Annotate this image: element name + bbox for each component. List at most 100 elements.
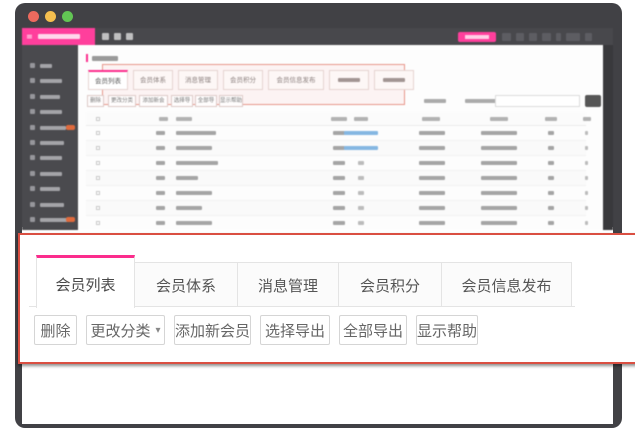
mini-table-row[interactable] — [86, 126, 586, 141]
mini-sidebar-item-label-blur — [40, 172, 62, 176]
row-checkbox[interactable] — [96, 176, 100, 180]
screenshot-stage: ≡ 会员列表会员体系消息管理会员积分会员信息发布 删除更改分类添加新会员选择导出… — [0, 0, 635, 430]
cell-wechat-link-blur[interactable] — [344, 131, 378, 135]
mini-nav-menu-item[interactable] — [516, 33, 524, 41]
cell-name-blur — [176, 161, 218, 165]
cell-name-blur — [176, 176, 198, 180]
mini-search-label-blur — [424, 99, 446, 103]
mini-page-title-blur — [92, 56, 118, 61]
mini-column-header-blur — [422, 117, 440, 121]
mini-toolbar-button[interactable]: 添加新会员 — [139, 95, 168, 107]
mini-tab-label-blur — [383, 78, 405, 82]
mini-toolbar-button[interactable]: 显示帮助 — [219, 95, 243, 107]
callout-tab-active[interactable]: 会员列表 — [36, 255, 135, 308]
mini-nav-menu-item[interactable] — [502, 33, 511, 41]
callout-button-label: 添加新会员 — [175, 320, 250, 341]
callout-button[interactable]: 显示帮助 — [416, 315, 478, 345]
mini-nav-menu-item[interactable] — [529, 33, 537, 41]
mini-table-row[interactable] — [86, 216, 586, 230]
mini-tab[interactable]: 消息管理 — [178, 70, 218, 90]
row-checkbox[interactable] — [96, 191, 100, 195]
mini-toolbar-button[interactable]: 更改分类 — [108, 95, 136, 107]
mini-nav-menu-item[interactable] — [556, 33, 561, 41]
mini-nav-menu-item[interactable] — [585, 33, 592, 41]
window-titlebar — [15, 3, 622, 28]
row-checkbox[interactable] — [96, 221, 100, 225]
callout-button[interactable]: 更改分类▾ — [86, 315, 165, 345]
mini-tab[interactable]: 会员列表 — [88, 70, 128, 90]
mini-nav-menu-item[interactable] — [542, 33, 551, 41]
cell-status-blur — [585, 146, 588, 150]
mini-toolbar-button[interactable]: 选择导出 — [171, 95, 193, 107]
mini-toolbar-button[interactable]: 删除 — [87, 95, 104, 107]
mini-sidebar-item-icon — [30, 63, 35, 68]
cell-wechat-link-blur[interactable] — [344, 146, 378, 150]
row-checkbox[interactable] — [96, 206, 100, 210]
chevron-down-icon: ▾ — [155, 325, 160, 336]
cell-group-blur — [333, 176, 345, 180]
callout-tab[interactable]: 会员积分 — [339, 262, 442, 306]
mini-column-header-blur — [354, 117, 368, 121]
mini-table-row[interactable] — [86, 156, 586, 171]
mini-scrollbar-strip[interactable] — [603, 45, 613, 230]
mini-nav-icon-1[interactable] — [102, 33, 109, 40]
callout-tab[interactable]: 会员信息发布 — [442, 262, 572, 306]
cell-status-blur — [585, 206, 588, 210]
callout-button[interactable]: 添加新会员 — [174, 315, 251, 345]
callout-toolbar: 删除更改分类▾ 添加新会员选择导出全部导出显示帮助 — [34, 315, 478, 345]
mini-search-button[interactable] — [585, 95, 601, 107]
mini-table-row[interactable] — [86, 171, 586, 186]
close-window-icon[interactable] — [28, 11, 39, 22]
mini-account-button[interactable] — [458, 32, 496, 42]
mini-toolbar-button[interactable]: 全部导出 — [195, 95, 217, 107]
mini-tab[interactable] — [329, 70, 369, 90]
mini-table-row[interactable] — [86, 201, 586, 216]
mini-nav-menu-item[interactable] — [566, 33, 580, 41]
cell-name-blur — [176, 146, 212, 150]
mini-tab[interactable]: 会员积分 — [223, 70, 263, 90]
callout-button[interactable]: 全部导出 — [339, 315, 407, 345]
cell-group-blur — [333, 221, 345, 225]
cell-id-blur — [156, 176, 165, 180]
mini-sidebar-item-icon — [30, 109, 35, 114]
mini-sidebar-item-label-blur — [40, 156, 62, 160]
mini-table-header — [86, 112, 586, 126]
mini-nav-icon-3[interactable] — [126, 33, 133, 40]
cell-date-blur — [419, 161, 445, 165]
callout-button[interactable]: 选择导出 — [260, 315, 330, 345]
mini-table-row[interactable] — [86, 186, 586, 201]
cell-status-blur — [585, 191, 588, 195]
mini-search-input[interactable] — [495, 95, 580, 107]
cell-points-blur — [548, 176, 554, 180]
mini-sidebar-nav — [22, 45, 78, 230]
mini-tab[interactable]: 会员信息发布 — [268, 70, 324, 90]
mini-tab[interactable]: 会员体系 — [133, 70, 173, 90]
callout-tab[interactable]: 消息管理 — [238, 262, 339, 306]
mini-nav-icon-2[interactable] — [114, 33, 121, 40]
zoom-window-icon[interactable] — [62, 11, 73, 22]
mini-tab[interactable] — [374, 70, 414, 90]
minimize-window-icon[interactable] — [45, 11, 56, 22]
cell-wechat-none-blur — [358, 206, 364, 210]
cell-id-blur — [156, 206, 165, 210]
row-checkbox[interactable] — [96, 146, 100, 150]
cell-wechat-none-blur — [358, 176, 364, 180]
row-checkbox[interactable] — [96, 131, 100, 135]
hamburger-icon[interactable]: ≡ — [26, 32, 33, 41]
cell-date-blur — [419, 176, 445, 180]
mini-column-header-blur — [159, 117, 168, 121]
select-all-checkbox[interactable] — [96, 117, 100, 121]
mini-table-row[interactable] — [86, 141, 586, 156]
cell-wechat-none-blur — [358, 161, 364, 165]
cell-email-blur — [481, 146, 517, 150]
cell-id-blur — [156, 131, 165, 135]
cell-points-blur — [548, 131, 554, 135]
cell-id-blur — [156, 221, 165, 225]
mini-sidebar-item-label-blur — [40, 110, 62, 114]
cell-name-blur — [176, 206, 202, 210]
row-checkbox[interactable] — [96, 161, 100, 165]
mini-sidebar-item-icon — [30, 94, 35, 99]
callout-tab[interactable]: 会员体系 — [135, 262, 238, 306]
callout-button[interactable]: 删除 — [34, 315, 77, 345]
cell-status-blur — [585, 131, 588, 135]
